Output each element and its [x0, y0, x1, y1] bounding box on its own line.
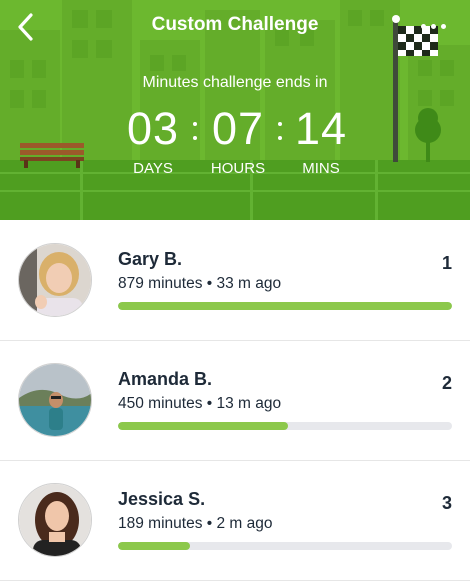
participant-minutes: 450 minutes [118, 395, 203, 412]
countdown-days: 03 DAYS [118, 102, 188, 177]
progress-bar [118, 542, 452, 550]
participant-name: Gary B. [118, 249, 183, 269]
avatar [18, 483, 92, 557]
progress-bar-fill [118, 302, 452, 310]
avatar [18, 363, 92, 437]
countdown-hours-label: HOURS [210, 160, 266, 177]
page-title: Custom Challenge [151, 14, 319, 35]
progress-bar-fill [118, 542, 190, 550]
participant-minutes: 189 minutes [118, 515, 203, 532]
countdown-mins: 14 MINS [286, 102, 356, 177]
countdown-separator [278, 116, 282, 146]
countdown-days-value: 03 [126, 103, 180, 154]
progress-bar-fill [118, 422, 289, 430]
leaderboard-row[interactable]: Amanda B. 450 minutes • 13 m ago 2 [0, 341, 470, 461]
participant-stats: 189 minutes • 2 m ago [118, 515, 273, 532]
challenge-header: Custom Challenge Minutes challenge ends … [0, 0, 470, 220]
leaderboard-row[interactable]: Gary B. 879 minutes • 33 m ago 1 [0, 221, 470, 341]
rank-number: 3 [441, 493, 452, 513]
participant-minutes: 879 minutes [118, 275, 203, 292]
progress-bar [118, 302, 452, 310]
last-updated: 2 m ago [216, 515, 273, 532]
avatar [18, 243, 92, 317]
participant-name: Jessica S. [118, 489, 206, 509]
countdown-timer: 03 DAYS 07 HOURS 14 MINS [118, 102, 358, 182]
participant-stats: 879 minutes • 33 m ago [118, 275, 282, 292]
leaderboard-list: Gary B. 879 minutes • 33 m ago 1 Amanda … [0, 221, 470, 581]
last-updated: 13 m ago [216, 395, 282, 412]
participant-name: Amanda B. [118, 369, 213, 389]
countdown-mins-value: 14 [294, 103, 348, 154]
countdown-hours-value: 07 [211, 103, 265, 154]
participant-stats: 450 minutes • 13 m ago [118, 395, 282, 412]
rank-number: 1 [441, 253, 452, 273]
rank-number: 2 [441, 373, 452, 393]
more-options-button[interactable] [413, 16, 453, 36]
last-updated: 33 m ago [216, 275, 282, 292]
progress-bar [118, 422, 452, 430]
countdown-days-label: DAYS [133, 160, 173, 177]
more-dots-icon [420, 23, 426, 29]
countdown-separator [193, 116, 197, 146]
countdown-subtitle: Minutes challenge ends in [142, 74, 328, 91]
leaderboard-row[interactable]: Jessica S. 189 minutes • 2 m ago 3 [0, 461, 470, 581]
countdown-mins-label: MINS [302, 160, 340, 177]
countdown-hours: 07 HOURS [202, 102, 274, 177]
